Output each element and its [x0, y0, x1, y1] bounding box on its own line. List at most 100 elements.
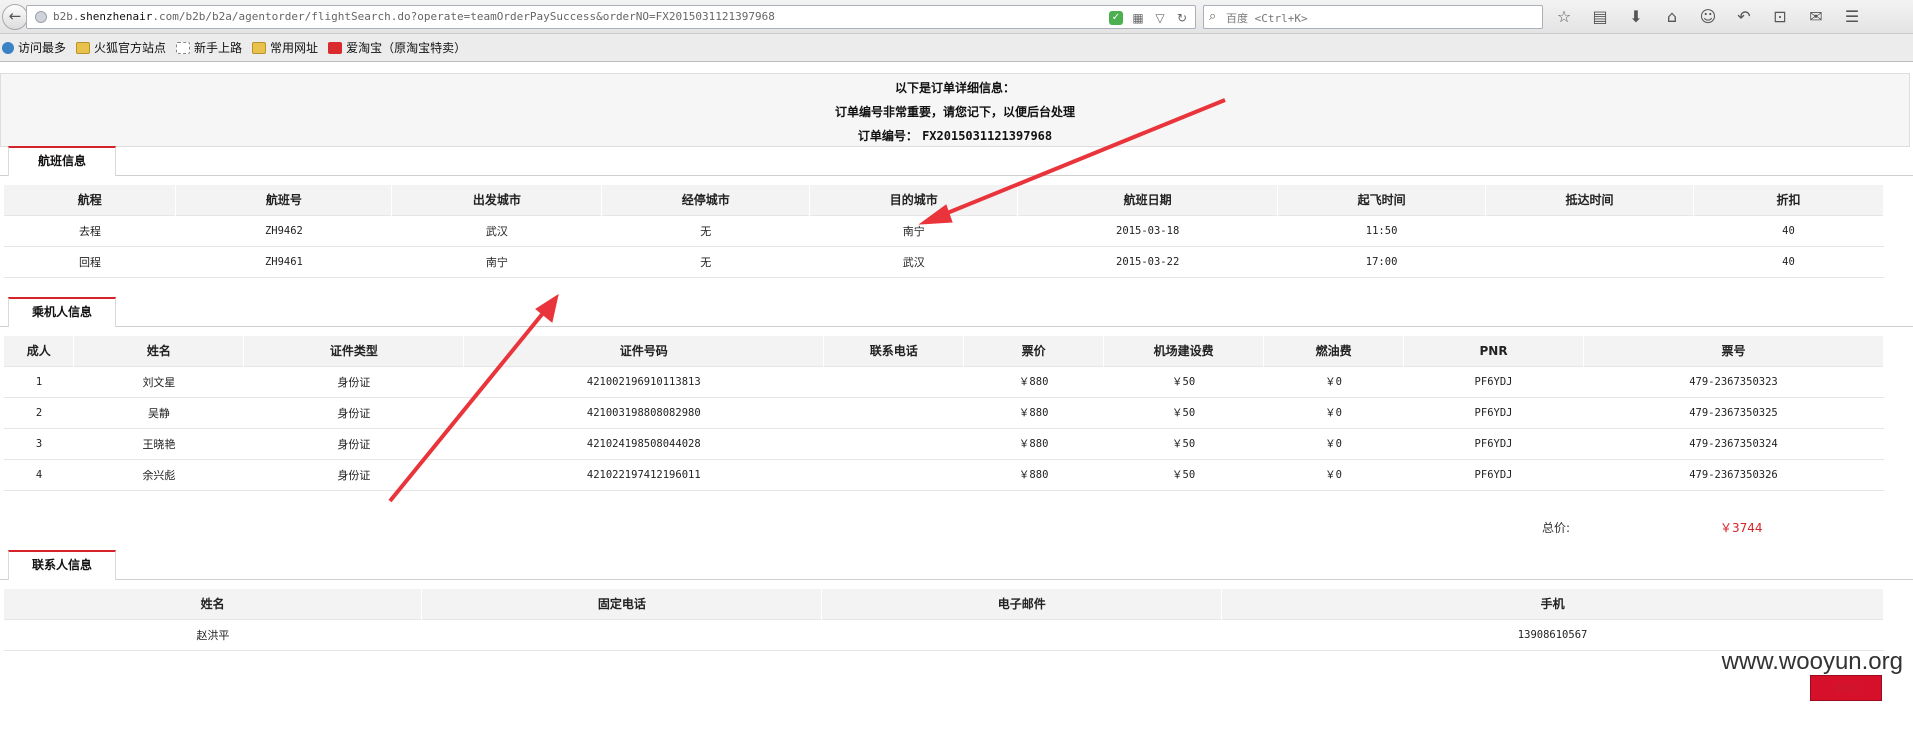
passenger-table-cell: 身份证	[243, 396, 464, 428]
passenger-table-cell: 余兴彪	[73, 458, 244, 491]
passenger-table-header: 联系电话	[823, 336, 965, 366]
passenger-table-cell: 421022197412196011	[463, 458, 824, 491]
passenger-table-cell: 479-2367350324	[1583, 427, 1884, 459]
site-identity-icon[interactable]	[35, 11, 47, 23]
passenger-table-header: 姓名	[73, 336, 245, 366]
search-input[interactable]: 百度 <Ctrl+K>	[1226, 10, 1308, 26]
flight-table-cell: 11:50	[1277, 214, 1486, 246]
bookmark-getting-started[interactable]: 新手上路	[176, 39, 242, 56]
globe-icon	[2, 41, 14, 54]
passenger-table-cell: PF6YDJ	[1403, 365, 1584, 397]
contact-table-cell	[821, 618, 1222, 651]
passenger-table-cell: 身份证	[243, 458, 464, 491]
tab-flight-info[interactable]: 航班信息	[8, 146, 116, 176]
undo-icon[interactable]: ↶	[1732, 6, 1756, 28]
folder-icon	[252, 41, 267, 54]
flight-table-cell: 2015-03-18	[1017, 214, 1278, 246]
tab-passenger-info[interactable]: 乘机人信息	[8, 297, 116, 327]
browser-toolbar: ← b2b.shenzhenair.com/b2b/b2a/agentorder…	[0, 0, 1913, 34]
flight-table-cell: 去程	[4, 214, 176, 246]
passenger-table-header: 证件号码	[463, 336, 825, 366]
flight-table-cell: ZH9462	[175, 214, 392, 246]
passenger-table-cell: ￥880	[963, 458, 1104, 491]
bookmark-taobao[interactable]: 爱淘宝（原淘宝特卖）	[328, 39, 466, 56]
flight-table-header: 航班号	[175, 185, 393, 215]
dropdown-icon[interactable]: ▽	[1153, 11, 1167, 25]
passenger-table-cell: 479-2367350325	[1583, 396, 1884, 428]
flight-table-cell: 南宁	[809, 214, 1018, 246]
passenger-table-cell: 1	[4, 365, 74, 397]
section-divider	[0, 175, 1913, 176]
flight-table-header: 起飞时间	[1277, 185, 1487, 215]
flight-table-cell: 无	[601, 245, 810, 278]
search-box[interactable]: ⌕ 百度 <Ctrl+K>	[1203, 5, 1543, 29]
tab-contact-info[interactable]: 联系人信息	[8, 550, 116, 580]
passenger-table-header: PNR	[1403, 336, 1584, 366]
passenger-table-cell: 421003198808082980	[463, 396, 824, 428]
screenshot-icon[interactable]: ⊡	[1768, 6, 1792, 28]
contact-table-cell: 13908610567	[1221, 618, 1884, 651]
passenger-table-cell: ￥50	[1103, 396, 1264, 428]
passenger-table-row: 2 吴静 身份证 421003198808082980 ￥880 ￥50 ￥0 PF6YDJ 4…	[4, 396, 1884, 428]
order-title: 以下是订单详细信息：	[894, 81, 1015, 95]
contact-table-header: 姓名	[4, 589, 423, 619]
page-icon	[176, 41, 191, 54]
flight-table-header: 航程	[4, 185, 177, 215]
flight-table-cell: ZH9461	[175, 245, 392, 278]
passenger-table-row: 4 余兴彪 身份证 421022197412196011 ￥880 ￥50 ￥0 PF6YDJ…	[4, 458, 1884, 491]
search-icon: ⌕	[1209, 9, 1217, 24]
contact-table-header: 电子邮件	[821, 589, 1223, 619]
passenger-table-cell: 吴静	[73, 396, 244, 428]
passenger-table-cell	[823, 458, 964, 491]
flight-table: 航程 航班号 出发城市 经停城市 目的城市 航班日期 起飞时间 抵达时间 折扣 去程 ZH9462…	[4, 185, 1884, 278]
address-bar[interactable]: b2b.shenzhenair.com/b2b/b2a/agentorder/f…	[26, 5, 1196, 29]
flight-table-header: 出发城市	[391, 185, 603, 215]
passenger-table-row: 3 王晓艳 身份证 421024198508044028 ￥880 ￥50 ￥0 PF6YDJ…	[4, 427, 1884, 459]
flight-table-header: 抵达时间	[1485, 185, 1694, 215]
passenger-table-header: 证件类型	[243, 336, 465, 366]
passenger-table-cell: ￥880	[963, 427, 1104, 459]
passenger-table-cell: 421002196910113813	[463, 365, 824, 397]
passenger-table-cell: ￥880	[963, 365, 1104, 397]
close-button[interactable]: 关闭	[1810, 675, 1882, 701]
page-content: 以下是订单详细信息： 订单编号非常重要，请您记下，以便后台处理 订单编号： FX…	[0, 63, 1913, 755]
folder-icon	[76, 41, 91, 54]
contact-table-cell: 赵洪平	[4, 618, 422, 651]
flight-table-cell: 回程	[4, 245, 176, 278]
flight-table-cell: 无	[601, 214, 810, 246]
watermark: www.wooyun.org	[1721, 648, 1903, 675]
order-notice: 订单编号非常重要，请您记下，以便后台处理	[834, 105, 1075, 119]
menu-icon[interactable]: ☰	[1840, 6, 1864, 28]
taobao-icon	[328, 41, 343, 54]
flight-table-cell: 2015-03-22	[1017, 245, 1278, 278]
chat-icon[interactable]: ☺	[1696, 6, 1720, 28]
message-icon[interactable]: ✉	[1804, 6, 1828, 28]
url-text[interactable]: b2b.shenzhenair.com/b2b/b2a/agentorder/f…	[53, 10, 775, 23]
back-arrow-icon[interactable]: ←	[2, 4, 28, 30]
bookmark-star-icon[interactable]: ☆	[1552, 6, 1576, 28]
passenger-table-cell: 3	[4, 427, 74, 459]
passenger-table-header: 票号	[1583, 336, 1884, 366]
bookmark-most-visited[interactable]: 访问最多	[2, 39, 66, 56]
passenger-table-header: 机场建设费	[1103, 336, 1265, 366]
passenger-table-cell: 王晓艳	[73, 427, 244, 459]
passenger-table-cell: 4	[4, 458, 74, 491]
qr-code-icon[interactable]: ▦	[1131, 11, 1145, 25]
reload-icon[interactable]: ↻	[1175, 11, 1189, 25]
total-price-value: ￥3744	[1720, 521, 1763, 535]
download-icon[interactable]: ⬇	[1624, 6, 1648, 28]
shield-icon[interactable]: ✓	[1109, 11, 1123, 25]
flight-table-cell: 17:00	[1277, 245, 1486, 278]
contact-table: 姓名 固定电话 电子邮件 手机 赵洪平 13908610567	[4, 589, 1884, 651]
bookmark-firefox-site[interactable]: 火狐官方站点	[76, 39, 166, 56]
home-icon[interactable]: ⌂	[1660, 6, 1684, 28]
bookmark-common-sites[interactable]: 常用网址	[252, 39, 318, 56]
contact-table-row: 赵洪平 13908610567	[4, 618, 1884, 651]
flight-table-cell: 武汉	[391, 214, 602, 246]
passenger-table-cell: ￥0	[1263, 396, 1404, 428]
order-number: 订单编号： FX2015031121397968	[857, 129, 1053, 143]
passenger-table-cell: 身份证	[243, 365, 464, 397]
reading-list-icon[interactable]: ▤	[1588, 6, 1612, 28]
passenger-table-row: 1 刘文星 身份证 421002196910113813 ￥880 ￥50 ￥0 PF6YDJ…	[4, 365, 1884, 397]
flight-table-header: 折扣	[1693, 185, 1884, 215]
